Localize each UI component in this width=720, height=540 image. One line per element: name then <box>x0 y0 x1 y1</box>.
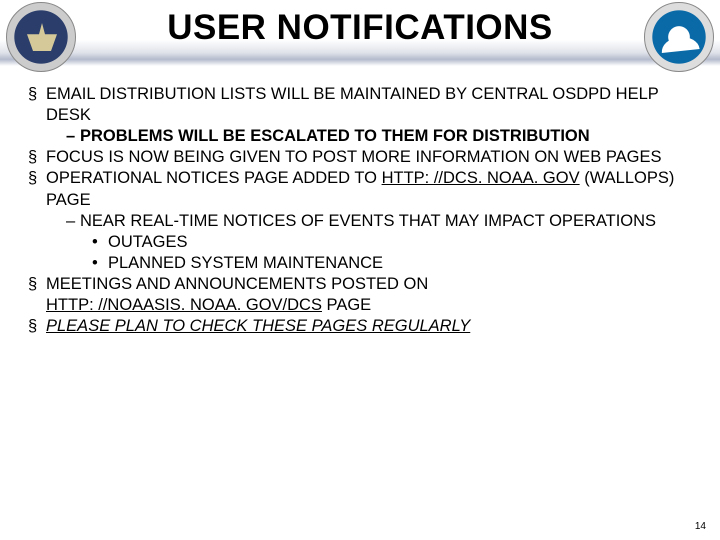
url-link[interactable]: HTTP: //DCS. NOAA. GOV <box>382 169 580 187</box>
page-number: 14 <box>695 521 706 532</box>
section-mark: § <box>28 84 46 147</box>
emphasis-text: PLEASE PLAN TO CHECK THESE PAGES REGULAR… <box>46 317 470 335</box>
nested-bullet: • PLANNED SYSTEM MAINTENANCE <box>46 253 692 274</box>
bullet-mark: • <box>92 253 108 274</box>
section-text: FOCUS IS NOW BEING GIVEN TO POST MORE IN… <box>46 148 661 166</box>
dash-mark: – <box>66 211 80 232</box>
slide-body: § EMAIL DISTRIBUTION LISTS WILL BE MAINT… <box>0 78 720 337</box>
section-mark: § <box>28 168 46 274</box>
section-prefix: MEETINGS AND ANNOUNCEMENTS POSTED ON <box>46 275 428 293</box>
section-mark: § <box>28 316 46 337</box>
sub-bullet: – PROBLEMS WILL BE ESCALATED TO THEM FOR… <box>46 126 692 147</box>
noaa-seal-icon <box>644 2 714 72</box>
bullet-mark: • <box>92 232 108 253</box>
section-mark: § <box>28 274 46 316</box>
slide-header: USER NOTIFICATIONS <box>0 0 720 78</box>
sub-text: NEAR REAL-TIME NOTICES OF EVENTS THAT MA… <box>80 211 656 232</box>
bullet-section: § PLEASE PLAN TO CHECK THESE PAGES REGUL… <box>28 316 692 337</box>
bullet-text: PLANNED SYSTEM MAINTENANCE <box>108 253 383 274</box>
sub-bullet: – NEAR REAL-TIME NOTICES OF EVENTS THAT … <box>46 211 692 232</box>
sub-text: PROBLEMS WILL BE ESCALATED TO THEM FOR D… <box>80 126 590 147</box>
url-link[interactable]: HTTP: //NOAASIS. NOAA. GOV/DCS <box>46 296 322 314</box>
bullet-section: § MEETINGS AND ANNOUNCEMENTS POSTED ON H… <box>28 274 692 316</box>
section-text: EMAIL DISTRIBUTION LISTS WILL BE MAINTAI… <box>46 85 658 124</box>
bullet-text: OUTAGES <box>108 232 187 253</box>
nested-bullet: • OUTAGES <box>46 232 692 253</box>
dash-mark: – <box>66 126 80 147</box>
section-suffix: PAGE <box>322 296 371 314</box>
bullet-section: § EMAIL DISTRIBUTION LISTS WILL BE MAINT… <box>28 84 692 147</box>
bullet-section: § FOCUS IS NOW BEING GIVEN TO POST MORE … <box>28 147 692 168</box>
slide-title: USER NOTIFICATIONS <box>0 8 720 48</box>
section-prefix: OPERATIONAL NOTICES PAGE ADDED TO <box>46 169 382 187</box>
section-mark: § <box>28 147 46 168</box>
bullet-section: § OPERATIONAL NOTICES PAGE ADDED TO HTTP… <box>28 168 692 274</box>
